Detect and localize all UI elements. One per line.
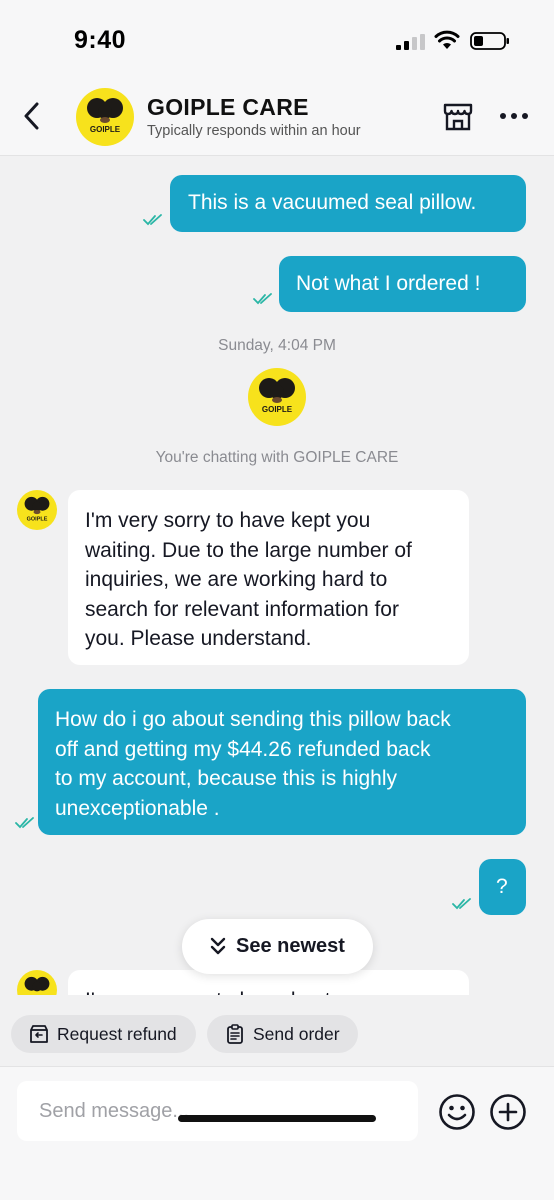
message-line: you. Please understand. xyxy=(85,627,312,650)
plus-icon[interactable] xyxy=(489,1093,527,1131)
see-newest-button[interactable]: See newest xyxy=(182,919,373,974)
message-line: I'm very sorry to have kept you xyxy=(85,509,371,532)
read-check-icon xyxy=(452,898,471,910)
read-check-icon xyxy=(143,214,162,226)
shop-title[interactable]: GOIPLE CARE xyxy=(147,94,309,121)
store-icon[interactable] xyxy=(442,100,474,132)
request-refund-label: Request refund xyxy=(57,1024,177,1044)
response-time-note: Typically responds within an hour xyxy=(147,123,361,139)
shop-avatar: GOIPLE xyxy=(248,368,306,426)
goiple-logo-icon: GOIPLE xyxy=(87,98,123,134)
message-input[interactable] xyxy=(17,1081,418,1141)
goiple-logo-icon: GOIPLE xyxy=(24,496,50,522)
home-indicator[interactable] xyxy=(178,1115,376,1122)
refund-icon xyxy=(30,1025,48,1043)
request-refund-button[interactable]: Request refund xyxy=(11,1015,196,1053)
message-line: unexceptionable . xyxy=(55,796,220,820)
sent-message[interactable]: This is a vacuumed seal pillow. xyxy=(170,175,526,232)
message-text: This is a vacuumed seal pillow. xyxy=(188,191,477,214)
logo-text: GOIPLE xyxy=(27,516,48,522)
send-order-label: Send order xyxy=(253,1024,340,1044)
sent-message[interactable]: How do i go about sending this pillow ba… xyxy=(38,689,526,835)
quick-actions-bar: Request refund Send order xyxy=(0,1005,554,1065)
sent-message[interactable]: Not what I ordered ! xyxy=(279,256,526,312)
read-check-icon xyxy=(15,817,34,829)
received-message[interactable]: I'm very sorry to have kept you waiting.… xyxy=(68,490,469,665)
list-clip xyxy=(0,995,554,1005)
status-bar: 9:40 xyxy=(0,0,554,78)
message-line: off and getting my $44.26 refunded back xyxy=(55,737,431,761)
goiple-logo-icon: GOIPLE xyxy=(259,378,295,414)
message-line: to my account, because this is highly xyxy=(55,767,398,790)
double-chevron-down-icon xyxy=(210,937,226,955)
clock: 9:40 xyxy=(74,26,127,54)
timestamp: Sunday, 4:04 PM xyxy=(218,337,336,354)
message-line: search for relevant information for xyxy=(85,597,399,621)
back-arrow-icon[interactable] xyxy=(20,100,44,132)
send-order-button[interactable]: Send order xyxy=(207,1015,358,1053)
more-options-icon[interactable] xyxy=(498,112,530,120)
message-text: ? xyxy=(496,875,508,898)
battery-icon xyxy=(470,32,509,50)
message-line: How do i go about sending this pillow ba… xyxy=(55,708,451,731)
chat-header: GOIPLE GOIPLE CARE Typically responds wi… xyxy=(0,78,554,156)
order-list-icon xyxy=(227,1024,243,1044)
system-note: You're chatting with GOIPLE CARE xyxy=(155,449,399,466)
shop-avatar[interactable]: GOIPLE xyxy=(17,490,57,530)
logo-text: GOIPLE xyxy=(90,125,121,134)
emoji-icon[interactable] xyxy=(438,1093,476,1131)
message-line: inquiries, we are working hard to xyxy=(85,568,388,591)
sent-message[interactable]: ? xyxy=(479,859,526,915)
logo-text: GOIPLE xyxy=(262,405,293,414)
wifi-icon xyxy=(434,30,460,49)
message-line: waiting. Due to the large number of xyxy=(85,538,412,562)
read-check-icon xyxy=(253,293,272,305)
message-composer xyxy=(0,1066,554,1200)
see-newest-label: See newest xyxy=(236,935,345,957)
shop-avatar[interactable]: GOIPLE xyxy=(76,88,134,146)
message-text: Not what I ordered ! xyxy=(296,272,481,295)
signal-icon xyxy=(396,34,425,50)
